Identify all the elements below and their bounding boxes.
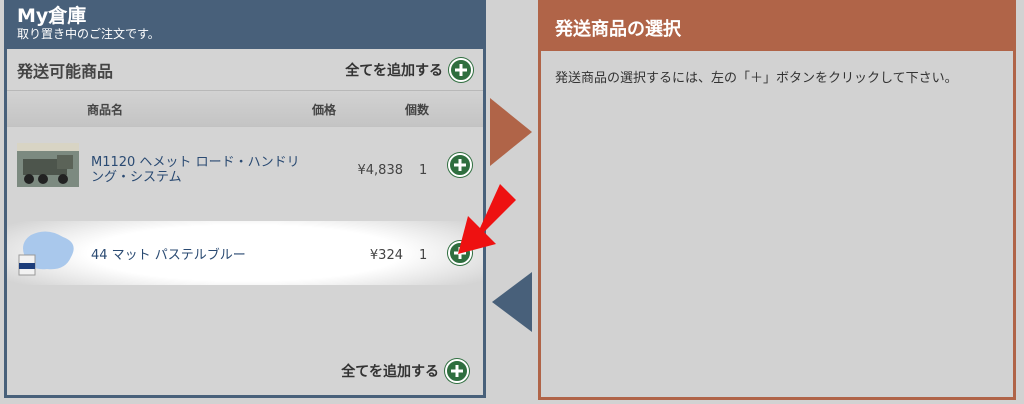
product-thumbnail-truck (17, 143, 79, 187)
warehouse-title: My倉庫 (17, 5, 87, 27)
left-arrow-icon (492, 272, 532, 332)
add-all-label: 全てを追加する (341, 364, 439, 380)
warehouse-subtitle: 取り置き中のご注文です。 (17, 27, 160, 41)
shipping-selection-panel: 発送商品の選択 発送商品の選択するには、左の「＋」ボタンをクリックして下さい。 (538, 0, 1016, 400)
column-name: 商品名 (87, 103, 124, 117)
shippable-items-title: 発送可能商品 (17, 61, 114, 81)
red-pointer-arrow-icon (458, 184, 516, 254)
item-row: M1120 ヘメット ロード・ハンドリング・システム ¥4,838 1 (7, 133, 483, 197)
column-header: 商品名 価格 個数 (7, 91, 483, 127)
add-all-label: 全てを追加する (345, 62, 443, 79)
item-price: ¥4,838 (357, 163, 404, 178)
item-name: M1120 ヘメット ロード・ハンドリング・システム (91, 155, 300, 185)
column-price: 価格 (312, 103, 337, 117)
warehouse-panel: My倉庫 取り置き中のご注文です。 発送可能商品 全てを追加する 商品名 価格 … (4, 0, 486, 398)
shipping-selection-title: 発送商品の選択 (541, 3, 1013, 51)
item-row-highlighted: 44 マット パステルブルー ¥324 1 (7, 221, 483, 285)
item-name: 44 マット パステルブルー (91, 248, 246, 263)
item-qty: 1 (419, 163, 428, 178)
item-qty: 1 (419, 248, 428, 263)
add-item-button[interactable] (448, 153, 472, 177)
column-qty: 個数 (405, 103, 430, 117)
plus-circle-icon (445, 359, 469, 383)
plus-circle-icon (449, 57, 473, 82)
warehouse-header: My倉庫 取り置き中のご注文です。 (7, 3, 483, 49)
shipping-selection-instruction: 発送商品の選択するには、左の「＋」ボタンをクリックして下さい。 (555, 71, 958, 86)
product-thumbnail-paint (18, 231, 74, 276)
right-arrow-icon (490, 98, 532, 166)
shippable-items-bar: 発送可能商品 全てを追加する (7, 49, 483, 91)
add-all-button-top[interactable]: 全てを追加する (345, 57, 473, 82)
add-all-button-bottom[interactable]: 全てを追加する (341, 359, 469, 383)
item-price: ¥324 (369, 248, 403, 263)
